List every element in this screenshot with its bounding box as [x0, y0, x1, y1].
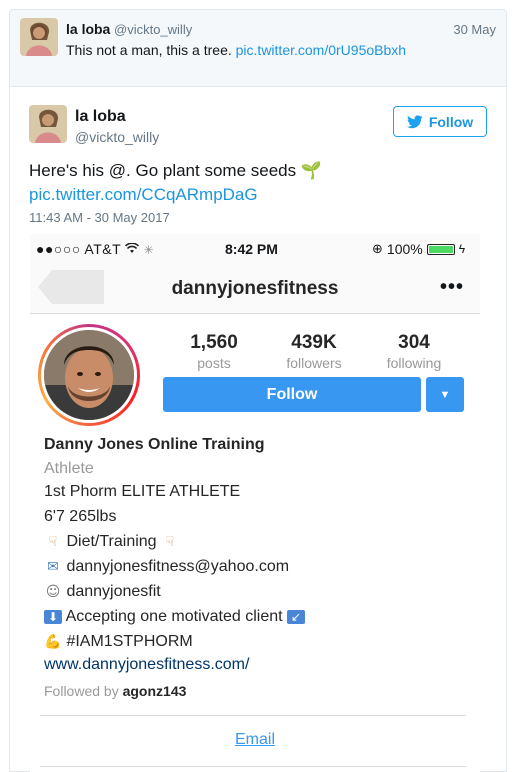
divider [40, 766, 466, 767]
status-right: ⊕ 100% ϟ [372, 241, 465, 257]
bio-line-diet: ☟ Diet/Training ☟ [44, 533, 179, 551]
battery-icon [426, 243, 455, 255]
charging-icon: ϟ [458, 242, 466, 256]
author-name[interactable]: la loba [75, 108, 126, 126]
stat-followers[interactable]: 439K followers [269, 332, 359, 371]
more-options-icon[interactable]: ••• [440, 276, 464, 299]
pointing-down-icon: ☟ [48, 534, 58, 550]
bio-line-email: ✉ dannyjonesfitness@yahoo.com [44, 558, 289, 576]
divider [40, 715, 466, 716]
quoted-text: This not a man, this a tree. pic.twitter… [66, 42, 406, 58]
bio-line-client: ⬇ Accepting one motivated client ↙ [44, 608, 306, 626]
followers-count: 439K [291, 332, 337, 353]
wifi-icon [125, 241, 143, 257]
avatar[interactable] [29, 105, 67, 143]
bio-hashtag-text[interactable]: #IAM1STPHORM [66, 633, 192, 650]
bio-client-text: Accepting one motivated client [65, 608, 283, 625]
bio-diet-text: Diet/Training [66, 533, 157, 550]
followed-by-prefix: Followed by [44, 683, 119, 699]
chevron-down-icon: ▼ [439, 388, 451, 401]
twitter-bird-icon [406, 114, 423, 128]
profile-username: dannyjonesfitness [171, 278, 339, 299]
follow-button[interactable]: Follow [393, 106, 487, 137]
posts-count: 1,560 [190, 332, 238, 353]
avatar[interactable] [20, 18, 58, 56]
status-bar: ●●○○○ AT&T ✳ 8:42 PM ⊕ 100% ϟ [30, 234, 480, 262]
bio-name: Danny Jones Online Training [44, 436, 265, 453]
email-contact-button[interactable]: Email [30, 731, 480, 749]
carrier-label: ●●○○○ AT&T [36, 241, 121, 257]
bio-line: 1st Phorm ELITE ATHLETE [44, 483, 241, 500]
activity-icon: ✳ [143, 243, 155, 257]
email-envelope-icon: ✉ [47, 559, 59, 575]
followed-by[interactable]: Followed by agonz143 [44, 683, 186, 699]
tweet-text: Here's his @. Go plant some seeds 🌱 [29, 161, 322, 181]
flexed-biceps-icon: 💪 [44, 634, 62, 650]
following-label: following [386, 355, 442, 371]
bio-category: Athlete [44, 460, 94, 477]
stat-posts[interactable]: 1,560 posts [169, 332, 259, 371]
tweet-pic-link[interactable]: pic.twitter.com/CCqARmpDaG [29, 185, 258, 205]
follow-label: Follow [428, 113, 474, 130]
instagram-follow-button[interactable]: Follow [163, 377, 421, 412]
ghost-icon: ☺ [45, 584, 61, 600]
pointing-down-icon: ☟ [165, 534, 175, 550]
bio-line: 6'7 265lbs [44, 508, 117, 525]
signal-carrier: ●●○○○ AT&T ✳ [36, 241, 154, 257]
bio-line-snapchat: ☺ dannyjonesfit [44, 583, 161, 601]
stat-following[interactable]: 304 following [369, 332, 459, 371]
quoted-body: This not a man, this a tree. [66, 42, 232, 58]
quoted-author-handle[interactable]: @vickto_willy [114, 22, 192, 37]
quoted-author-name[interactable]: la loba [66, 21, 110, 37]
author-handle[interactable]: @vickto_willy [75, 129, 159, 145]
bio-website-link[interactable]: www.dannyjonesfitness.com/ [44, 656, 249, 674]
bio-email-text: dannyjonesfitness@yahoo.com [66, 558, 290, 575]
tweet-body: Here's his @. Go plant some seeds [29, 161, 297, 180]
bio-line-hashtag: 💪 #IAM1STPHORM [44, 633, 192, 651]
bio-snapchat-text: dannyjonesfit [66, 583, 161, 600]
seedling-emoji: 🌱 [300, 161, 323, 181]
instagram-screenshot[interactable]: ●●○○○ AT&T ✳ 8:42 PM ⊕ 100% ϟ dannyjones… [30, 234, 480, 772]
quoted-pic-link[interactable]: pic.twitter.com/0rU95oBbxh [236, 42, 406, 58]
battery-percent: 100% [386, 241, 423, 257]
status-time: 8:42 PM [225, 241, 278, 257]
down-left-arrow-icon: ↙ [287, 610, 306, 624]
followers-label: followers [286, 355, 342, 371]
following-count: 304 [398, 332, 430, 353]
posts-label: posts [197, 355, 231, 371]
followed-by-user[interactable]: agonz143 [123, 683, 187, 699]
quoted-date[interactable]: 30 May [453, 22, 496, 37]
tweet-timestamp[interactable]: 11:43 AM - 30 May 2017 [29, 210, 170, 225]
rotation-lock-icon: ⊕ [372, 241, 383, 257]
suggested-dropdown-button[interactable]: ▼ [426, 377, 464, 412]
down-arrow-icon: ⬇ [44, 610, 62, 624]
profile-avatar[interactable] [38, 324, 140, 426]
